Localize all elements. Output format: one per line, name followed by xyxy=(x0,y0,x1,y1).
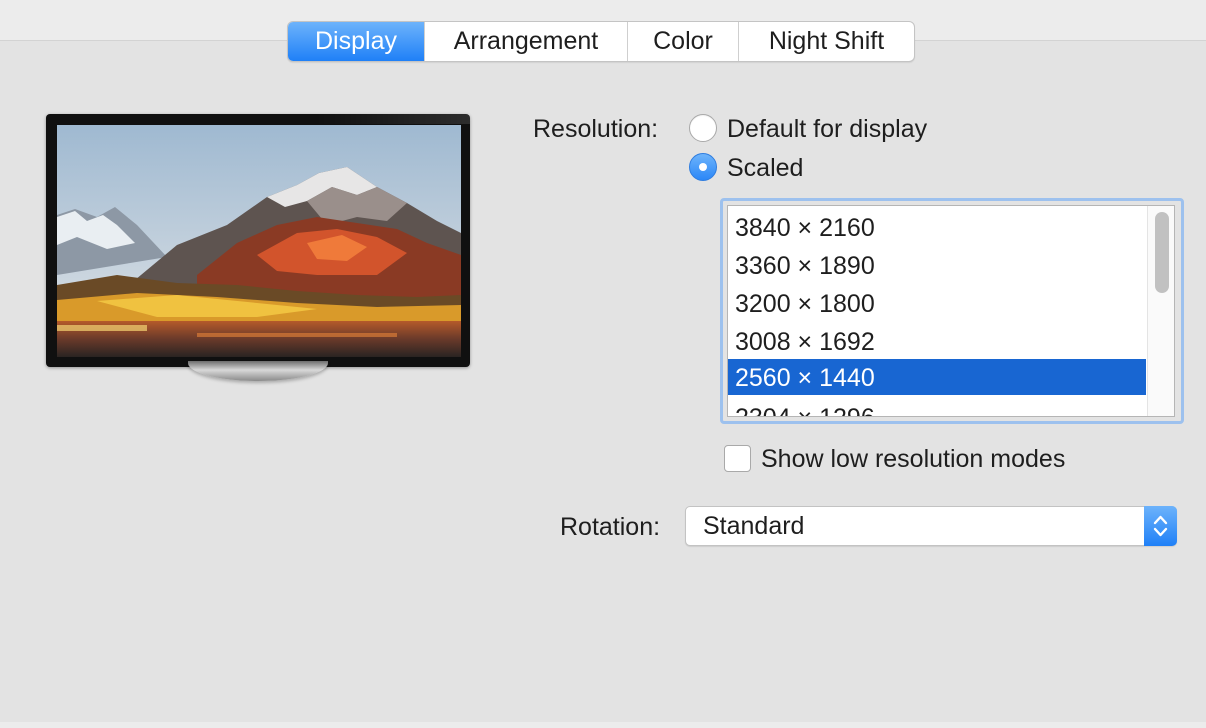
rotation-label: Rotation: xyxy=(560,513,661,541)
scaled-label[interactable]: Scaled xyxy=(727,153,803,183)
chevron-up-down-icon[interactable] xyxy=(1144,506,1177,546)
tab-night-shift[interactable]: Night Shift xyxy=(739,22,914,61)
rotation-popup[interactable]: Standard xyxy=(685,506,1177,546)
display-preview xyxy=(46,114,470,367)
list-item[interactable]: 3008 × 1692 xyxy=(728,323,1146,359)
radio-default-for-display[interactable] xyxy=(689,114,717,142)
bottom-strip xyxy=(0,722,1206,728)
scrollbar-thumb[interactable] xyxy=(1155,212,1169,293)
tab-arrangement[interactable]: Arrangement xyxy=(425,22,628,61)
list-item-selected[interactable]: 2560 × 1440 xyxy=(728,359,1146,395)
wallpaper-image xyxy=(57,125,461,357)
scaled-resolution-list[interactable]: 3840 × 2160 3360 × 1890 3200 × 1800 3008… xyxy=(727,205,1175,417)
resolution-label: Resolution: xyxy=(533,115,659,143)
radio-scaled[interactable] xyxy=(689,153,717,181)
tab-display[interactable]: Display xyxy=(288,22,425,61)
list-item[interactable]: 3200 × 1800 xyxy=(728,285,1146,321)
monitor-stand xyxy=(188,361,328,381)
list-scrollbar[interactable] xyxy=(1147,206,1174,416)
show-low-resolution-label[interactable]: Show low resolution modes xyxy=(761,444,1065,474)
mountain-wallpaper-image xyxy=(57,125,461,357)
display-tab-bar: Display Arrangement Color Night Shift xyxy=(287,21,915,62)
show-low-resolution-checkbox[interactable] xyxy=(724,445,751,472)
list-item[interactable]: 2304 × 1296 xyxy=(728,399,1146,416)
monitor-gloss xyxy=(316,114,470,124)
list-item[interactable]: 3840 × 2160 xyxy=(728,209,1146,245)
list-item[interactable]: 3360 × 1890 xyxy=(728,247,1146,283)
rotation-value: Standard xyxy=(703,512,805,540)
default-for-display-label[interactable]: Default for display xyxy=(727,114,927,144)
tab-color[interactable]: Color xyxy=(628,22,739,61)
